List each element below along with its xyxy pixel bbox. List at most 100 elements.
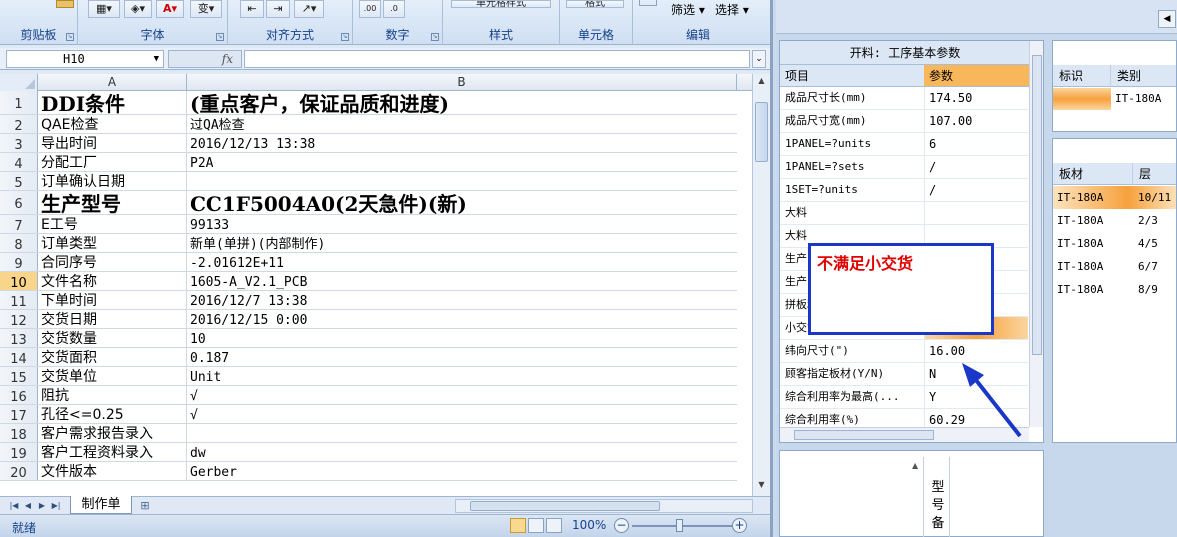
row-number[interactable]: 2 — [0, 115, 38, 134]
board-row[interactable]: IT-180A 10/11 — [1053, 186, 1176, 209]
sort-up-icon[interactable]: ▲ — [912, 461, 918, 470]
chevron-down-icon[interactable]: ▼ — [154, 51, 159, 67]
cell-b[interactable]: 过QA检查 — [187, 115, 737, 133]
cell-a[interactable]: 客户需求报告录入 — [38, 424, 187, 442]
zoom-slider-thumb[interactable] — [676, 519, 683, 532]
sheet-tab[interactable]: 制作单 — [70, 496, 132, 514]
cell-b[interactable]: (重点客户，保证品质和进度) — [187, 91, 737, 114]
cell-a[interactable]: 生产型号 — [38, 191, 187, 214]
cell-b[interactable]: -2.01612E+11 — [187, 253, 737, 271]
scroll-left-icon[interactable]: ◀ — [1158, 10, 1176, 28]
row-number[interactable]: 3 — [0, 134, 38, 153]
cell-b[interactable]: √ — [187, 386, 737, 404]
orientation-button[interactable]: ↗▾ — [294, 0, 324, 18]
dialog-launcher-icon[interactable]: ↘ — [66, 33, 74, 41]
cell-a[interactable]: 文件名称 — [38, 272, 187, 290]
row-number[interactable]: 4 — [0, 153, 38, 172]
board-row[interactable]: IT-180A 6/7 — [1053, 255, 1176, 278]
tag-cell-category[interactable]: IT-180A — [1111, 88, 1176, 110]
cell-b[interactable]: 2016/12/15 0:00 — [187, 310, 737, 328]
cell-b[interactable]: 99133 — [187, 215, 737, 233]
cell-a[interactable]: E工号 — [38, 215, 187, 233]
param-row[interactable]: 纬向尺寸(") 16.00 — [780, 340, 1028, 363]
cell-b[interactable]: 新单(单拼)(内部制作) — [187, 234, 737, 252]
expand-formula-icon[interactable]: ⌄ — [752, 50, 766, 68]
horizontal-scrollbar[interactable] — [455, 499, 753, 513]
scroll-thumb[interactable] — [470, 501, 660, 511]
row-number[interactable]: 15 — [0, 367, 38, 386]
row-number[interactable]: 1 — [0, 91, 38, 114]
name-box[interactable]: H10 ▼ — [6, 50, 164, 68]
cell-a[interactable]: 分配工厂 — [38, 153, 187, 171]
param-value[interactable]: 16.00 — [924, 340, 1028, 362]
cell-b[interactable]: P2A — [187, 153, 737, 171]
row-number[interactable]: 8 — [0, 234, 38, 253]
cell-a[interactable]: DDI条件 — [38, 91, 187, 114]
param-row[interactable]: 大料 — [780, 202, 1028, 225]
param-value[interactable]: 107.00 — [924, 110, 1028, 132]
cell-a[interactable]: 阻抗 — [38, 386, 187, 404]
select-all-corner[interactable] — [0, 74, 38, 91]
param-row[interactable]: 成品尺寸宽(mm) 107.00 — [780, 110, 1028, 133]
row-number[interactable]: 19 — [0, 443, 38, 462]
select-button[interactable]: 选择 ▾ — [715, 1, 749, 18]
column-header-b[interactable]: B — [187, 74, 737, 91]
row-number[interactable]: 16 — [0, 386, 38, 405]
row-number[interactable]: 9 — [0, 253, 38, 272]
param-value[interactable]: / — [924, 156, 1028, 178]
zoom-in-icon[interactable]: + — [732, 518, 747, 533]
board-col-material[interactable]: 板材 — [1053, 163, 1133, 185]
eraser-icon[interactable] — [639, 0, 657, 6]
format-button[interactable]: 格式 — [566, 0, 624, 8]
cell-a[interactable]: 下单时间 — [38, 291, 187, 309]
scroll-down-icon[interactable]: ▼ — [755, 480, 768, 492]
board-col-layer[interactable]: 层 — [1133, 163, 1176, 185]
params-vertical-scrollbar[interactable] — [1029, 41, 1043, 427]
param-row[interactable]: 1PANEL=?sets / — [780, 156, 1028, 179]
cell-b[interactable]: 0.187 — [187, 348, 737, 366]
row-number[interactable]: 6 — [0, 191, 38, 214]
font-color-button[interactable]: A▾ — [156, 0, 184, 18]
param-value[interactable] — [924, 202, 1028, 224]
prev-sheet-icon[interactable]: ◀ — [22, 499, 34, 512]
tag-col-identifier[interactable]: 标识 — [1053, 65, 1111, 87]
cell-b[interactable]: 1605-A_V2.1_PCB — [187, 272, 737, 290]
param-row[interactable]: 1PANEL=?units 6 — [780, 133, 1028, 156]
insert-function-button[interactable]: fx — [168, 50, 242, 68]
last-sheet-icon[interactable]: ▶| — [50, 499, 62, 512]
cell-b[interactable]: 10 — [187, 329, 737, 347]
row-number[interactable]: 17 — [0, 405, 38, 424]
dialog-launcher-icon[interactable]: ↘ — [216, 33, 224, 41]
row-number[interactable]: 14 — [0, 348, 38, 367]
tag-cell-identifier[interactable] — [1053, 88, 1111, 110]
row-number[interactable]: 7 — [0, 215, 38, 234]
tag-col-category[interactable]: 类别 — [1111, 65, 1176, 87]
vertical-scrollbar[interactable]: ▲ ▼ — [752, 74, 770, 496]
cell-b[interactable]: 2016/12/7 13:38 — [187, 291, 737, 309]
page-layout-view-icon[interactable] — [528, 518, 544, 533]
cell-b[interactable]: 2016/12/13 13:38 — [187, 134, 737, 152]
dialog-launcher-icon[interactable]: ↘ — [341, 33, 349, 41]
cell-b[interactable]: CC1F5004A0(2天急件)(新) — [187, 191, 737, 214]
cell-a[interactable]: 导出时间 — [38, 134, 187, 152]
param-row[interactable]: 成品尺寸长(mm) 174.50 — [780, 87, 1028, 110]
cell-b[interactable]: Unit — [187, 367, 737, 385]
row-number[interactable]: 12 — [0, 310, 38, 329]
params-col-item[interactable]: 项目 — [780, 65, 924, 87]
cell-a[interactable]: 交货单位 — [38, 367, 187, 385]
cell-a[interactable]: 合同序号 — [38, 253, 187, 271]
params-col-param[interactable]: 参数 — [924, 65, 1029, 87]
cell-a[interactable]: QAE检查 — [38, 115, 187, 133]
row-number[interactable]: 18 — [0, 424, 38, 443]
border-button[interactable]: ▦▾ — [88, 0, 120, 18]
zoom-out-icon[interactable]: − — [614, 518, 629, 533]
first-sheet-icon[interactable]: |◀ — [8, 499, 20, 512]
cell-b[interactable]: dw — [187, 443, 737, 461]
fill-color-button[interactable]: ◈▾ — [124, 0, 152, 18]
board-row[interactable]: IT-180A 8/9 — [1053, 278, 1176, 301]
decrease-decimal-button[interactable]: .0 — [383, 0, 405, 18]
cell-a[interactable]: 客户工程资料录入 — [38, 443, 187, 461]
cell-b[interactable]: √ — [187, 405, 737, 423]
normal-view-icon[interactable] — [510, 518, 526, 533]
cell-b[interactable] — [187, 424, 737, 442]
